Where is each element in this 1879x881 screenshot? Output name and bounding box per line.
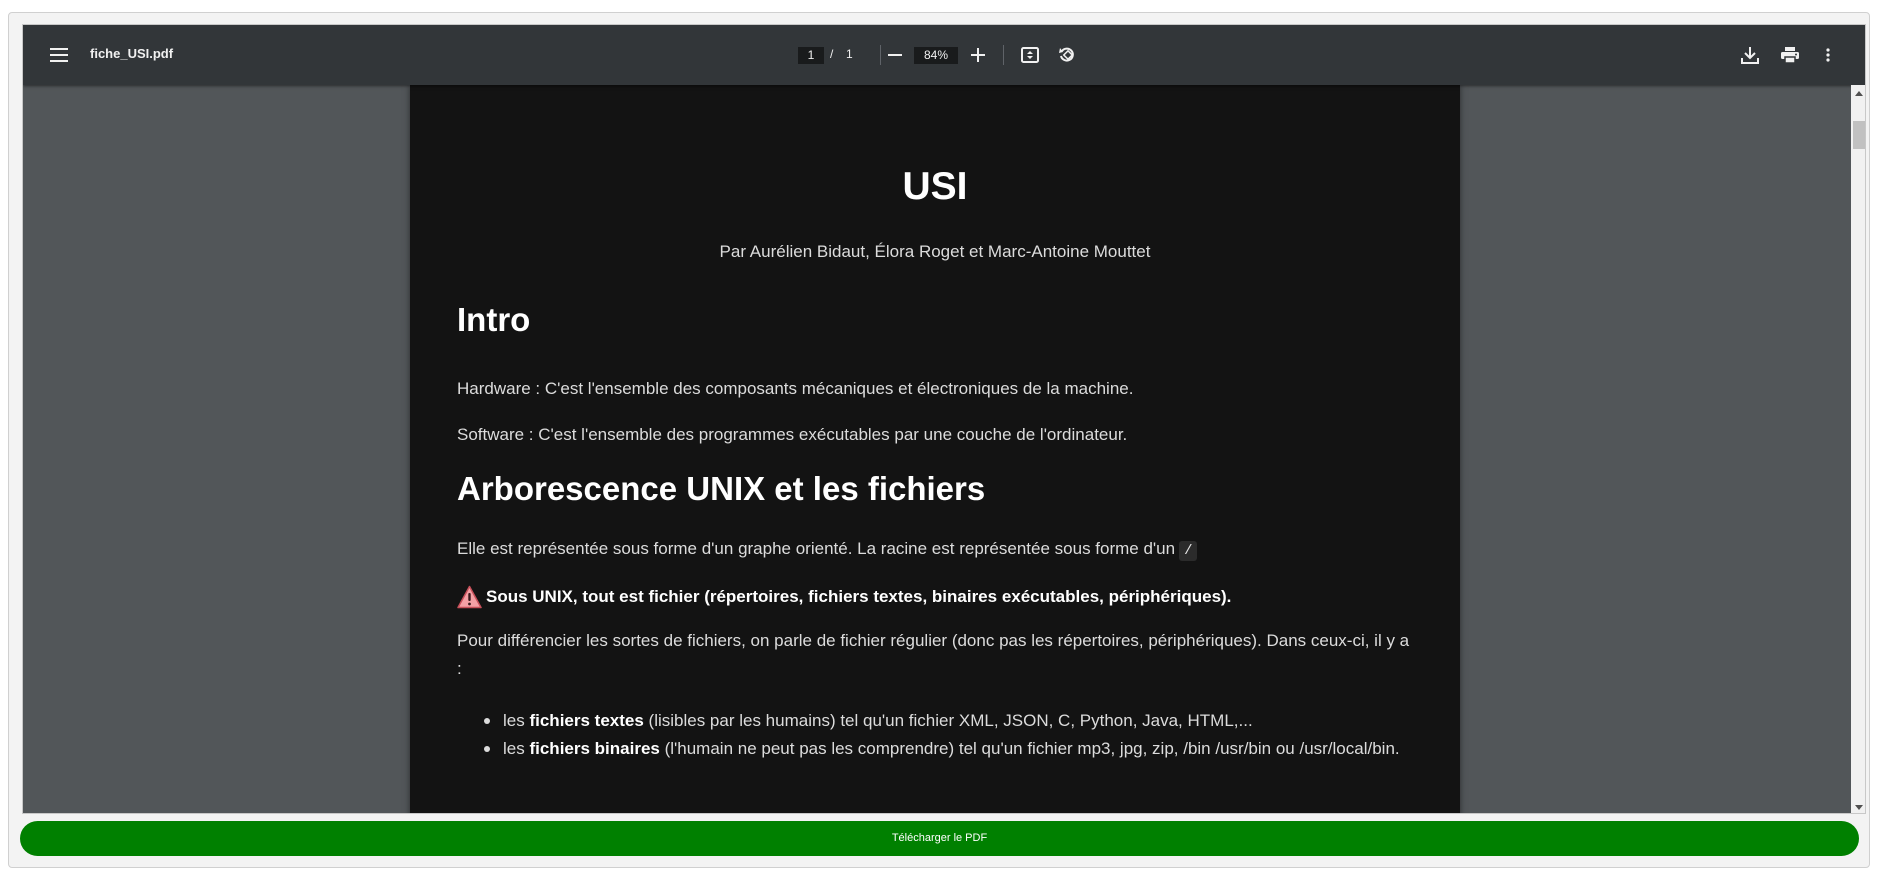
file-name: fiche_USI.pdf xyxy=(90,46,174,61)
pdf-toolbar: fiche_USI.pdf 1 / 1 84% xyxy=(23,25,1865,85)
document-authors: Par Aurélien Bidaut, Élora Roget et Marc… xyxy=(719,242,1151,261)
graph-text: Elle est représentée sous forme d'un gra… xyxy=(457,539,1176,558)
fit-page-icon[interactable] xyxy=(1018,43,1042,67)
warning-icon xyxy=(457,585,482,609)
warning-text: Sous UNIX, tout est fichier (répertoires… xyxy=(486,587,1232,606)
toolbar-divider xyxy=(880,45,881,65)
scrollbar-thumb[interactable] xyxy=(1853,121,1865,149)
more-vert-icon[interactable] xyxy=(1816,43,1840,67)
scroll-down-arrow-icon[interactable] xyxy=(1851,799,1865,813)
menu-icon[interactable] xyxy=(47,43,71,67)
root-symbol-code: / xyxy=(1179,541,1198,561)
paragraph-hardware: Hardware : C'est l'ensemble des composan… xyxy=(457,379,1134,398)
page-separator: / xyxy=(830,47,834,61)
file-types-list: les fichiers textes (lisibles par les hu… xyxy=(480,707,1400,763)
zoom-in-icon[interactable] xyxy=(966,43,990,67)
heading-unix: Arborescence UNIX et les fichiers xyxy=(457,470,986,507)
download-icon[interactable] xyxy=(1738,43,1762,67)
warning-callout: Sous UNIX, tout est fichier (répertoires… xyxy=(457,585,1231,609)
page-total: 1 xyxy=(846,47,853,61)
print-icon[interactable] xyxy=(1778,43,1802,67)
paragraph-software: Software : C'est l'ensemble des programm… xyxy=(457,425,1128,444)
pdf-viewer: fiche_USI.pdf 1 / 1 84% USI Par Aurélien… xyxy=(22,24,1866,814)
document-title: USI xyxy=(902,165,968,208)
rotate-icon[interactable] xyxy=(1055,43,1079,67)
zoom-input[interactable]: 84% xyxy=(914,47,958,64)
paragraph-differencier: Pour différencier les sortes de fichiers… xyxy=(457,631,1410,678)
toolbar-divider xyxy=(1003,45,1004,65)
pdf-page: USI Par Aurélien Bidaut, Élora Roget et … xyxy=(410,85,1460,813)
download-pdf-button[interactable]: Télécharger le PDF xyxy=(20,821,1859,856)
page-number-input[interactable]: 1 xyxy=(798,47,824,64)
vertical-scrollbar[interactable] xyxy=(1851,85,1865,813)
list-item: les fichiers textes (lisibles par les hu… xyxy=(480,707,1400,735)
list-item: les fichiers binaires (l'humain ne peut … xyxy=(480,735,1400,763)
scroll-up-arrow-icon[interactable] xyxy=(1851,85,1865,101)
paragraph-graph: Elle est représentée sous forme d'un gra… xyxy=(457,535,1198,563)
zoom-out-icon[interactable] xyxy=(883,43,907,67)
heading-intro: Intro xyxy=(457,301,531,338)
